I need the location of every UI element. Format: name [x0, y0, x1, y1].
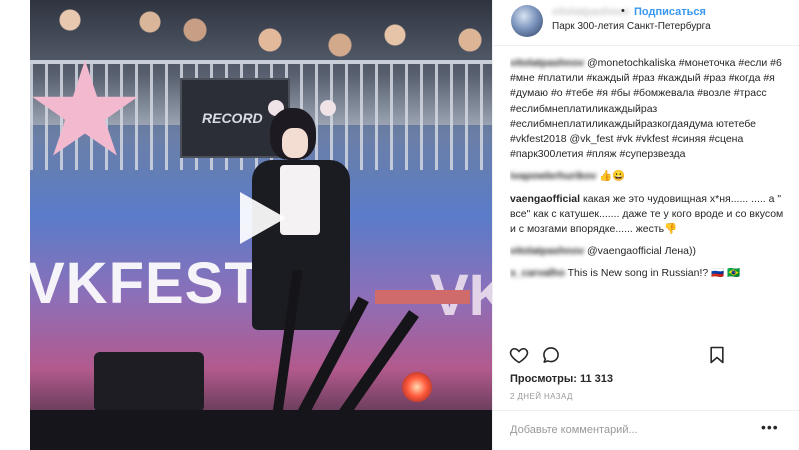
comment-item: vaengaofficial какая же это чудовищная х…: [510, 192, 788, 238]
post-media[interactable]: RECORD VKFEST VK: [30, 0, 492, 450]
separator-dot: •: [621, 5, 625, 17]
stage-light: [402, 372, 432, 402]
play-icon[interactable]: [240, 192, 286, 244]
post-header: vitolatpashnov • Подписаться Парк 300-ле…: [493, 0, 799, 46]
keyboard-instrument: [375, 290, 470, 304]
action-bar: [509, 345, 785, 369]
comment-username[interactable]: vitolatpashnov: [510, 57, 584, 69]
comment-username[interactable]: ivapowlerhurikov: [510, 170, 596, 182]
author-username[interactable]: vitolatpashnov: [552, 6, 630, 18]
comment-text: This is New song in Russian!? 🇷🇺 🇧🇷: [564, 267, 741, 280]
comment-username[interactable]: vaengaofficial: [510, 193, 580, 205]
avatar[interactable]: [511, 5, 543, 37]
bookmark-icon[interactable]: [707, 345, 727, 370]
comment-item: s_carvalho This is New song in Russian!?…: [510, 266, 788, 281]
banner-text: RECORD: [202, 110, 263, 126]
add-comment-bar: •••: [493, 410, 799, 450]
views-count[interactable]: Просмотры: 11 313: [510, 373, 613, 385]
heart-icon[interactable]: [509, 345, 529, 370]
follow-button[interactable]: Подписаться: [634, 6, 706, 18]
comment-username[interactable]: vitolatpashnov: [510, 245, 584, 257]
caption: vitolatpashnov @monetochkaliska #монеточ…: [510, 56, 788, 162]
more-options-icon[interactable]: •••: [761, 419, 779, 435]
performer-face: [282, 128, 308, 158]
comment-icon[interactable]: [541, 345, 561, 370]
stage-speaker: [94, 352, 204, 412]
comment-item: ivapowlerhurikov 👍😀: [510, 169, 788, 184]
post-timestamp[interactable]: 2 ДНЕЙ НАЗАД: [510, 392, 573, 401]
comment-input[interactable]: [510, 421, 730, 439]
performer-shirt: [280, 165, 320, 235]
comments-list[interactable]: vitolatpashnov @monetochkaliska #монеточ…: [510, 56, 788, 334]
performer-ear-right: [320, 100, 336, 116]
stage-logo-left: VKFEST: [30, 251, 261, 316]
comment-text: @vaengaofficial Лена)): [584, 245, 696, 258]
comment-text: @monetochkaliska #монеточка #если #6 #мн…: [510, 57, 782, 161]
location-link[interactable]: Парк 300-летия Санкт-Петербурга: [552, 21, 711, 32]
post-sidebar: vitolatpashnov • Подписаться Парк 300-ле…: [492, 0, 799, 450]
stage-floor: [30, 410, 492, 450]
comment-item: vitolatpashnov @vaengaofficial Лена)): [510, 244, 788, 259]
comment-text: 👍😀: [596, 170, 626, 183]
comment-username[interactable]: s_carvalho: [510, 267, 565, 279]
